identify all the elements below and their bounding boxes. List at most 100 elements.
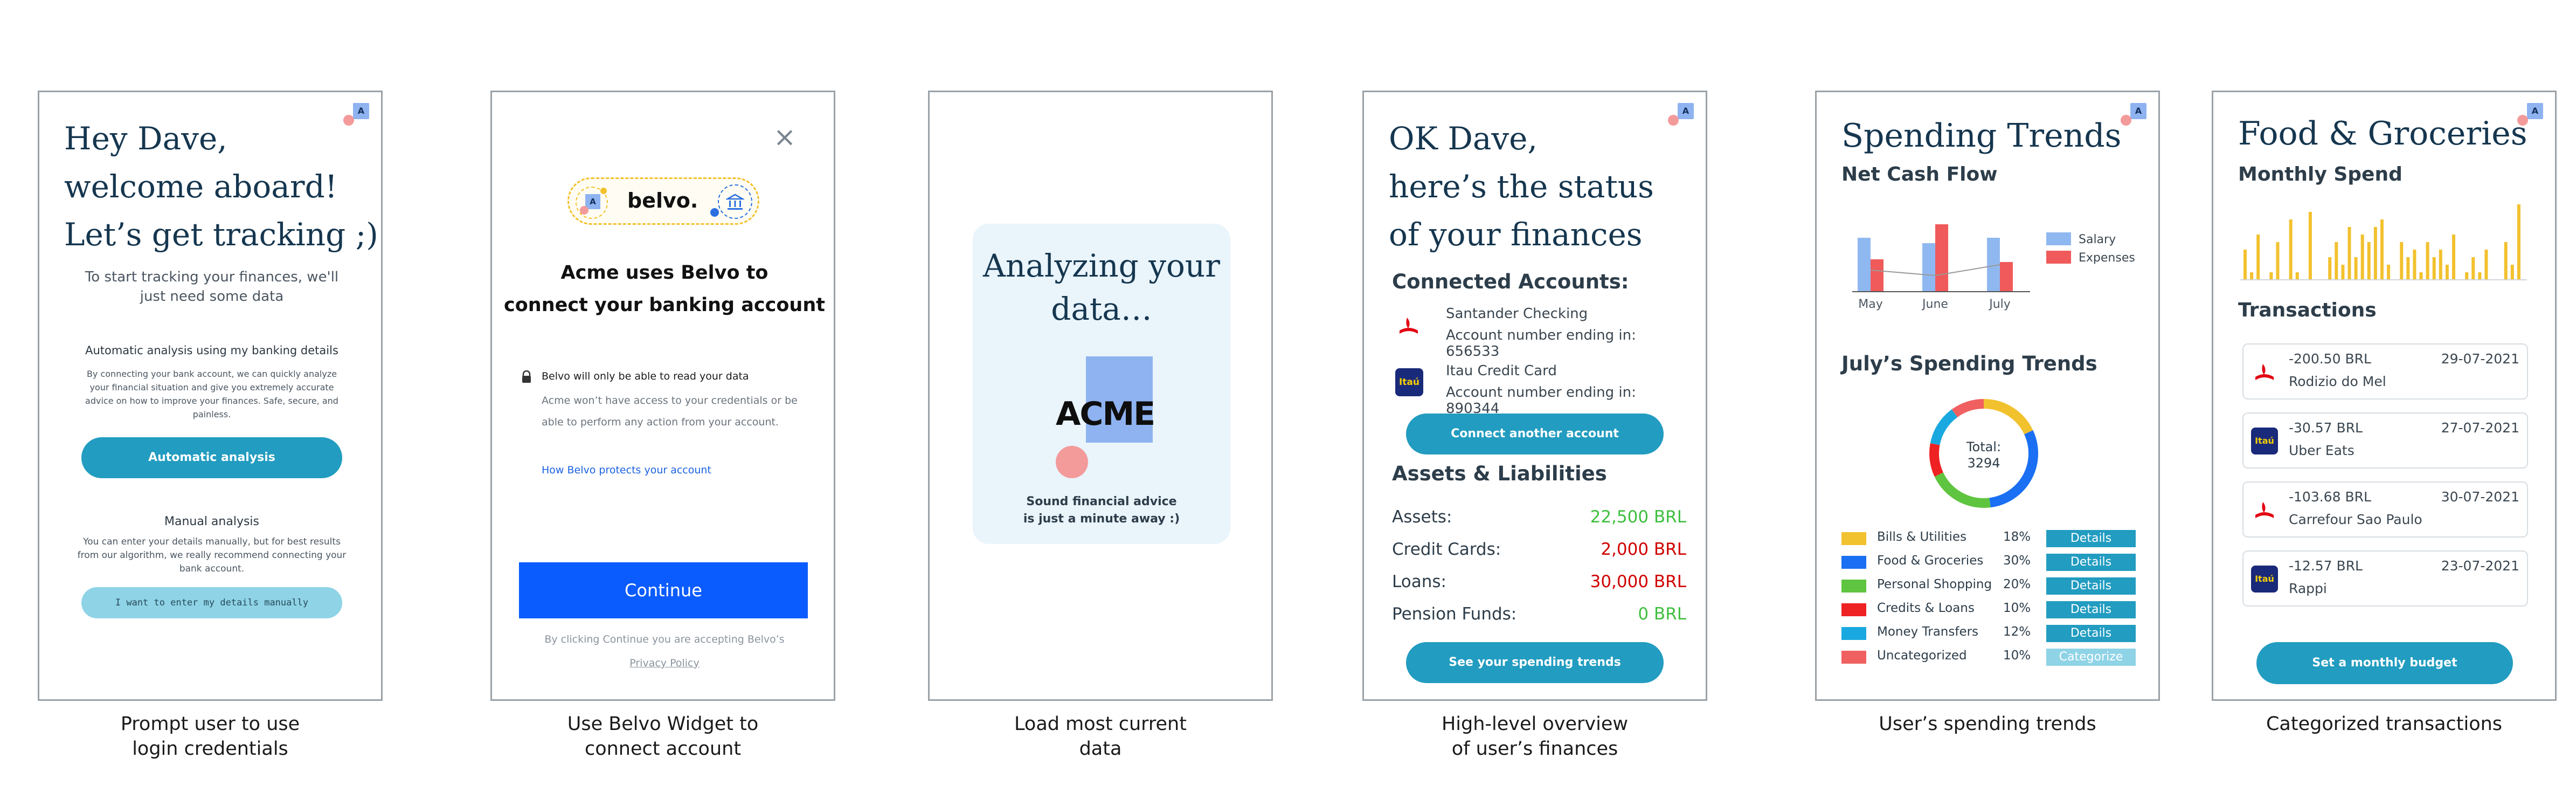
category-swatch <box>1841 556 1866 569</box>
transaction-item[interactable]: Itaú -30.57 BRL 27-07-2021 Uber Eats <box>2242 412 2528 469</box>
status-heading: OK Dave, here’s the status of your finan… <box>1389 120 1654 253</box>
monthly-bar <box>2445 265 2449 280</box>
details-button[interactable]: Details <box>2046 577 2136 595</box>
bar-expenses <box>1871 259 1883 292</box>
monthly-bar <box>2432 257 2436 280</box>
donut-slice <box>1983 399 2033 435</box>
categorize-button[interactable]: Categorize <box>2046 649 2136 666</box>
terms-text: By clicking Continue you are accepting B… <box>544 633 785 645</box>
transaction-item[interactable]: -103.68 BRL 30-07-2021 Carrefour Sao Paulo <box>2242 481 2528 538</box>
donut-slice <box>1930 409 1958 445</box>
legend-label: Expenses <box>2079 251 2135 265</box>
category-percent: 10% <box>2003 649 2031 663</box>
acme-logo-icon: A <box>576 187 608 219</box>
itau-logo-icon: Itaú <box>2251 428 2278 454</box>
set-budget-button[interactable]: Set a monthly budget <box>2256 642 2513 684</box>
continue-button[interactable]: Continue <box>519 562 808 618</box>
monthly-bar <box>2517 204 2520 280</box>
category-label: Food & Groceries <box>1877 554 1984 568</box>
category-label: Credits & Loans <box>1877 601 1975 615</box>
details-button[interactable]: Details <box>2046 530 2136 547</box>
transaction-date: 29-07-2021 <box>2441 351 2519 367</box>
spending-trends-title: Spending Trends <box>1841 117 2122 155</box>
transaction-amount: -103.68 BRL <box>2289 489 2371 505</box>
x-tick-label: May <box>1858 298 1882 311</box>
automatic-analysis-button[interactable]: Automatic analysis <box>81 437 342 478</box>
monthly-bar <box>2380 219 2384 280</box>
intro-text: To start tracking your finances, we'll j… <box>85 269 339 305</box>
monthly-bar <box>2387 265 2391 280</box>
transaction-item[interactable]: -200.50 BRL 29-07-2021 Rodizio do Mel <box>2242 343 2528 400</box>
read-only-description: Acme won’t have access to your credentia… <box>542 395 798 428</box>
legend-label: Salary <box>2079 233 2116 246</box>
transaction-date: 30-07-2021 <box>2441 489 2519 505</box>
protect-link[interactable]: How Belvo protects your account <box>542 464 711 476</box>
manual-entry-button[interactable]: I want to enter my details manually <box>81 587 342 618</box>
monthly-bar <box>2465 272 2469 280</box>
donut-center-label: Total: <box>1966 439 2001 454</box>
details-button[interactable]: Details <box>2046 625 2136 642</box>
monthly-bar <box>2289 219 2293 280</box>
screen-food-groceries: A Food & Groceries Monthly Spend Transac… <box>2212 91 2557 701</box>
bank-icon <box>718 184 752 219</box>
itau-logo-icon: Itaú <box>2251 566 2278 593</box>
analyzing-title: Analyzing your data… <box>983 247 1220 327</box>
assets-rows: Assets: 22,500 BRL Credit Cards: 2,000 B… <box>1392 507 1686 637</box>
category-percent: 12% <box>2003 625 2031 639</box>
net-cash-flow-title: Net Cash Flow <box>1841 163 1998 185</box>
screen-welcome: A Hey Dave, welcome aboard! Let’s get tr… <box>38 91 383 701</box>
monthly-bar <box>2504 242 2508 280</box>
acme-logo-icon: ACME <box>1048 356 1156 478</box>
spending-trends-button[interactable]: See your spending trends <box>1406 642 1664 683</box>
monthly-bar <box>2276 242 2280 280</box>
santander-logo-icon <box>2251 497 2278 524</box>
monthly-bar <box>2471 257 2475 280</box>
monthly-bar <box>2452 235 2455 280</box>
itau-logo-icon: Itaú <box>1395 368 1423 396</box>
monthly-spend-chart <box>2240 204 2527 280</box>
asset-row: Assets: 22,500 BRL <box>1392 507 1686 527</box>
july-trends-title: July’s Spending Trends <box>1841 352 2097 375</box>
bar-expenses <box>2000 262 2013 292</box>
caption-spending-trends: User’s spending trends <box>1879 713 2096 735</box>
transaction-list: -200.50 BRL 29-07-2021 Rodizio do Mel Itaú -… <box>2242 343 2528 619</box>
lock-icon <box>521 370 532 383</box>
category-percent: 30% <box>2003 554 2031 568</box>
santander-logo-icon <box>1395 312 1422 339</box>
category-label: Money Transfers <box>1877 625 1979 639</box>
asset-row: Credit Cards: 2,000 BRL <box>1392 540 1686 559</box>
analyzing-card: Analyzing your data… ACME Sound financial… <box>973 224 1230 544</box>
monthly-bar <box>2373 227 2377 280</box>
monthly-bar <box>2269 272 2273 280</box>
category-swatch <box>1841 532 1866 545</box>
monthly-bar <box>2439 250 2442 280</box>
transaction-merchant: Rodizio do Mel <box>2289 374 2386 389</box>
belvo-brand-pill: A belvo. <box>567 177 759 225</box>
transaction-item[interactable]: Itaú -12.57 BRL 23-07-2021 Rappi <box>2242 550 2528 607</box>
category-row: Bills & Utilities 18% Details <box>1841 529 2143 553</box>
monthly-bar <box>2413 250 2416 280</box>
caption-welcome: Prompt user to use login credentials <box>120 713 300 760</box>
monthly-bar <box>2341 265 2345 280</box>
monthly-spend-title: Monthly Spend <box>2238 163 2402 185</box>
transactions-title: Transactions <box>2238 299 2377 321</box>
app-logo-icon: A <box>2121 103 2146 126</box>
close-icon[interactable]: × <box>773 123 796 150</box>
monthly-bar <box>2243 250 2247 280</box>
manual-title: Manual analysis <box>164 515 259 528</box>
caption-food-groceries: Categorized transactions <box>2266 713 2503 735</box>
donut-center-label: 3294 <box>1967 456 2000 471</box>
account-item: Santander Checking Account number ending… <box>1392 304 1694 360</box>
details-button[interactable]: Details <box>2046 601 2136 618</box>
monthly-bar <box>2308 212 2312 280</box>
monthly-bar <box>2484 250 2488 280</box>
privacy-policy-link[interactable]: Privacy Policy <box>503 657 826 669</box>
category-percent: 20% <box>2003 577 2031 591</box>
caption-finance-status: High-level overview of user’s finances <box>1441 713 1629 760</box>
donut-slice <box>1951 399 1984 418</box>
details-button[interactable]: Details <box>2046 554 2136 571</box>
transaction-merchant: Carrefour Sao Paulo <box>2289 512 2422 527</box>
connect-account-button[interactable]: Connect another account <box>1406 414 1664 454</box>
x-tick-label: July <box>1988 298 2011 311</box>
monthly-bar <box>2295 272 2299 280</box>
